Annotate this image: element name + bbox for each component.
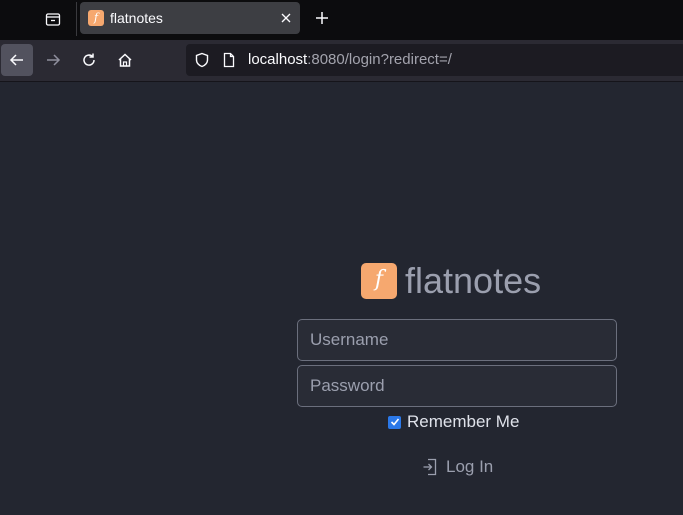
back-button[interactable] (1, 44, 33, 76)
login-icon (423, 458, 437, 476)
close-icon (281, 13, 291, 23)
shield-icon[interactable] (194, 52, 210, 68)
reload-button[interactable] (73, 44, 105, 76)
tab-separator (76, 2, 77, 36)
log-in-button[interactable]: Log In (422, 455, 493, 479)
forward-arrow-icon (47, 54, 61, 66)
logo-letter: f (374, 267, 384, 292)
logo-text: flatnotes (405, 260, 542, 301)
new-tab-button[interactable] (308, 4, 336, 32)
navigation-toolbar: localhost:8080/login?redirect=/ (0, 40, 683, 82)
tab-list-icon (45, 13, 61, 26)
back-arrow-icon (9, 54, 23, 66)
tab-strip: f flatnotes (0, 0, 683, 40)
tab-title: flatnotes (110, 10, 163, 26)
password-input[interactable] (297, 365, 617, 407)
log-in-label: Log In (446, 457, 494, 476)
home-button[interactable] (109, 44, 141, 76)
remember-me-row[interactable]: Remember Me (388, 411, 519, 433)
url-host: localhost (248, 51, 308, 68)
flatnotes-logo-icon: f (361, 263, 397, 299)
reload-icon (83, 53, 95, 66)
url-path: :8080/login?redirect=/ (307, 51, 452, 68)
tab-close-button[interactable] (278, 10, 294, 26)
remember-me-checkbox[interactable] (388, 415, 401, 429)
tab-list-button[interactable] (38, 4, 68, 34)
home-icon (118, 53, 132, 67)
tab-flatnotes[interactable]: f flatnotes (80, 2, 300, 34)
checkmark-icon (390, 418, 399, 426)
remember-me-label[interactable]: Remember Me (407, 412, 519, 432)
forward-button[interactable] (37, 44, 69, 76)
url-text[interactable]: localhost:8080/login?redirect=/ (248, 44, 452, 76)
address-bar[interactable]: localhost:8080/login?redirect=/ (186, 44, 683, 76)
plus-icon (316, 12, 328, 24)
username-input[interactable] (297, 319, 617, 361)
page-icon[interactable] (221, 52, 237, 68)
favicon-icon: f (88, 10, 104, 26)
